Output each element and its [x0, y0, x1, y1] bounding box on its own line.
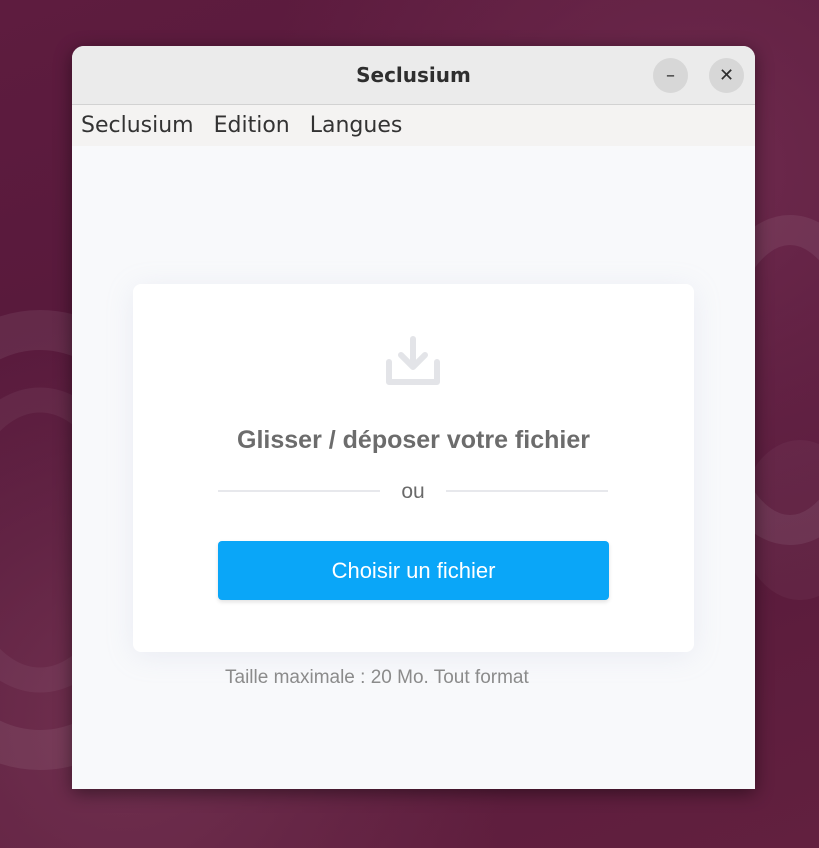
app-window: Seclusium – ✕ Seclusium Edition Langues …: [72, 46, 755, 789]
menu-item-langues[interactable]: Langues: [310, 113, 403, 138]
drop-zone[interactable]: Glisser / déposer votre fichier ou Chois…: [133, 284, 694, 652]
minimize-icon: –: [666, 65, 675, 86]
menu-bar: Seclusium Edition Langues: [72, 105, 755, 146]
or-separator: ou: [401, 480, 425, 503]
close-button[interactable]: ✕: [709, 58, 744, 93]
minimize-button[interactable]: –: [653, 58, 688, 93]
download-icon: [386, 336, 440, 385]
main-content: Glisser / déposer votre fichier ou Chois…: [72, 146, 755, 789]
max-size-note: Taille maximale : 20 Mo. Tout format: [225, 667, 529, 688]
choose-file-button[interactable]: Choisir un fichier: [218, 541, 609, 600]
divider-left: [218, 490, 380, 492]
drop-instruction: Glisser / déposer votre fichier: [237, 426, 590, 454]
divider-right: [446, 490, 608, 492]
menu-item-edition[interactable]: Edition: [214, 113, 290, 138]
title-bar[interactable]: Seclusium – ✕: [72, 46, 755, 105]
close-icon: ✕: [718, 65, 735, 86]
menu-item-seclusium[interactable]: Seclusium: [81, 113, 194, 138]
